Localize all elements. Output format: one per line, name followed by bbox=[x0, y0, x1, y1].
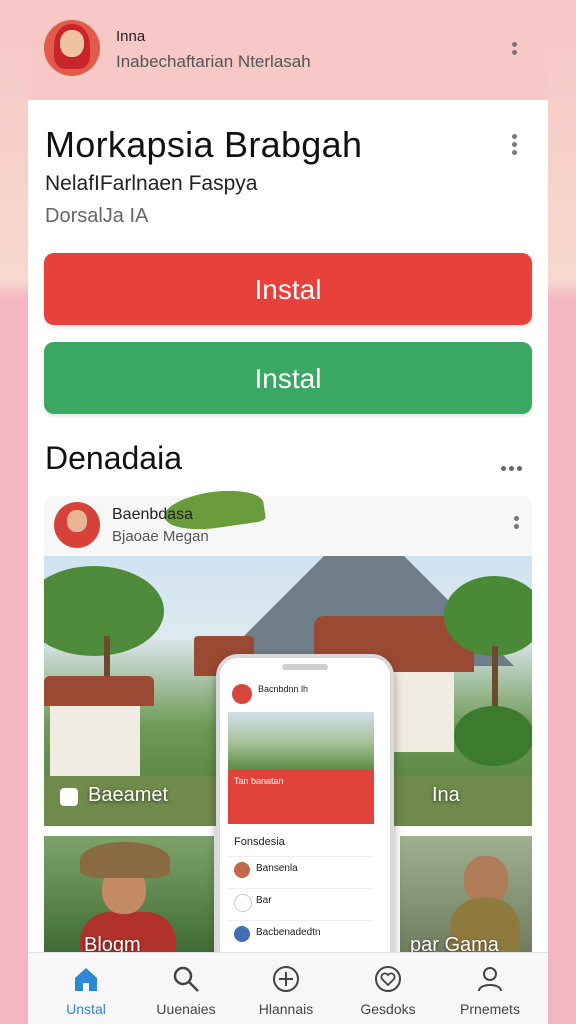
nav-label: Gesdoks bbox=[360, 1001, 416, 1017]
phone-list-row: Bar bbox=[228, 888, 374, 917]
photo-label-left: Baeamet bbox=[88, 784, 169, 806]
nav-item-search[interactable]: Uuenaies bbox=[134, 953, 238, 1024]
install-button-secondary[interactable]: Instal bbox=[44, 342, 532, 414]
app-page: Inna Inabechaftarian Nterlasah Morkapsia… bbox=[28, 0, 548, 1024]
phone-avatar bbox=[232, 684, 252, 704]
nav-item-favorites[interactable]: Gesdoks bbox=[336, 953, 440, 1024]
phone-list-title: Fonsdesia bbox=[234, 836, 285, 848]
app-title: Morkapsia Brabgah bbox=[45, 124, 363, 165]
phone-list-row: Bacbenadedtn bbox=[228, 920, 374, 949]
label-icon-left bbox=[60, 788, 78, 806]
thumbnail-right[interactable]: par Gama bbox=[400, 836, 532, 956]
phone-image bbox=[228, 712, 374, 770]
phone-list-row: Bansenla bbox=[228, 856, 374, 885]
section-more-icon[interactable] bbox=[501, 458, 525, 476]
nav-label: Uuenaies bbox=[156, 1001, 216, 1017]
photo-label-right: Ina bbox=[432, 784, 460, 806]
phone-banner-text: Tan banatan bbox=[234, 776, 284, 786]
user-header: Inna Inabechaftarian Nterlasah bbox=[28, 0, 548, 100]
header-more-icon[interactable] bbox=[512, 42, 518, 58]
user-subtitle: Inabechaftarian Nterlasah bbox=[116, 52, 311, 71]
phone-header-name: Bacnbdnn lh bbox=[258, 684, 309, 694]
section-title: Denadaia bbox=[45, 440, 182, 476]
app-subtitle: NelafIFarlnaen Faspya bbox=[45, 172, 258, 195]
post-header: Baenbdasa Bjaoae Megan bbox=[44, 485, 532, 558]
post-author-subtitle: Bjaoae Megan bbox=[112, 528, 209, 545]
phone-preview: Bacnbdnn lh Tan banatan Fonsdesia Bansen… bbox=[216, 654, 394, 982]
post-author-avatar[interactable] bbox=[54, 502, 100, 548]
user-name: Inna bbox=[116, 28, 146, 45]
nav-label: Prnemets bbox=[460, 1001, 520, 1017]
profile-icon bbox=[478, 967, 502, 992]
house-roof-left bbox=[44, 676, 154, 706]
install-button[interactable]: Instal bbox=[44, 253, 532, 325]
post-author-name: Baenbdasa bbox=[112, 506, 193, 523]
thumbnail-left[interactable]: Blogm bbox=[44, 836, 214, 956]
house-wall-left bbox=[50, 706, 140, 776]
post-more-icon[interactable] bbox=[514, 516, 520, 532]
home-icon bbox=[75, 968, 97, 991]
heart-icon bbox=[375, 966, 401, 992]
app-more-icon[interactable] bbox=[512, 134, 518, 158]
nav-item-add[interactable]: Hlannais bbox=[234, 953, 338, 1024]
add-icon bbox=[273, 966, 299, 992]
app-developer[interactable]: DorsalJa IA bbox=[45, 205, 148, 228]
nav-item-install[interactable]: Unstal bbox=[34, 953, 138, 1024]
user-avatar[interactable] bbox=[44, 20, 100, 76]
nav-label: Hlannais bbox=[258, 1001, 314, 1017]
hat-graphic bbox=[80, 842, 170, 878]
nav-label: Unstal bbox=[66, 1001, 106, 1017]
bottom-navigation: Unstal Uuenaies Hlannais Gesdoks Prnemet… bbox=[28, 952, 548, 1024]
nav-item-profile[interactable]: Prnemets bbox=[438, 953, 542, 1024]
search-icon bbox=[173, 966, 199, 992]
